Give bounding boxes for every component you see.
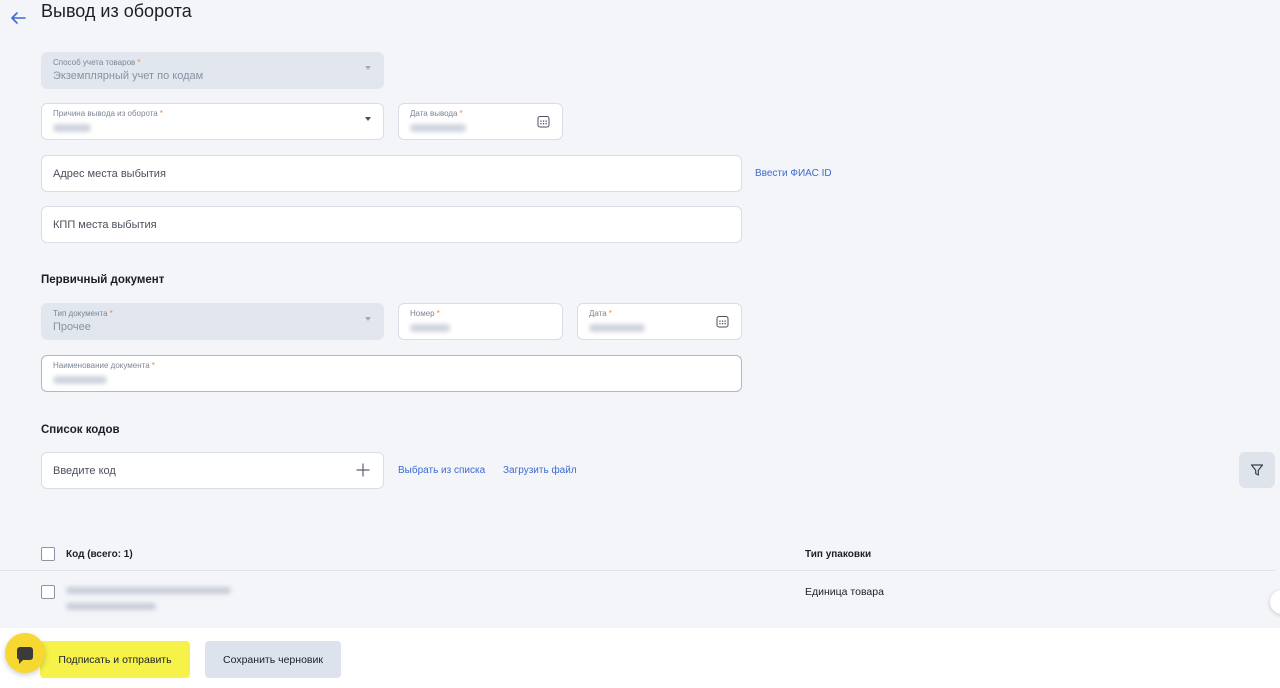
required-mark: * xyxy=(137,58,141,67)
document-date-label: Дата xyxy=(589,309,607,318)
primary-document-title: Первичный документ xyxy=(41,274,165,286)
required-mark: * xyxy=(151,361,155,370)
required-mark: * xyxy=(608,309,612,318)
withdrawal-reason-label: Причина вывода из оборота xyxy=(53,109,158,118)
column-code: Код (всего: 1) xyxy=(66,549,133,560)
required-mark: * xyxy=(436,309,440,318)
codes-table-header: Код (всего: 1) Тип упаковки xyxy=(0,537,1275,571)
redacted-value xyxy=(53,124,91,132)
departure-address-placeholder: Адрес места выбытия xyxy=(53,168,166,180)
main-content: Вывод из оборота Способ учета товаров * Э… xyxy=(0,0,1280,628)
codes-list-title: Список кодов xyxy=(41,424,120,436)
departure-address-input[interactable]: Адрес места выбытия xyxy=(41,155,742,192)
document-name-input[interactable]: Наименование документа * xyxy=(41,355,742,392)
chevron-down-icon xyxy=(365,317,371,321)
redacted-code-detail xyxy=(66,603,156,610)
document-type-value: Прочее xyxy=(53,321,91,333)
redacted-value xyxy=(410,324,450,332)
filter-icon xyxy=(1250,464,1264,476)
withdrawal-date-field[interactable]: Дата вывода * xyxy=(398,103,563,140)
enter-fias-id-link[interactable]: Ввести ФИАС ID xyxy=(755,168,832,179)
upload-file-link[interactable]: Загрузить файл xyxy=(503,465,577,476)
chevron-down-icon[interactable] xyxy=(365,117,371,121)
calendar-icon[interactable] xyxy=(716,315,729,328)
document-date-field[interactable]: Дата * xyxy=(577,303,742,340)
withdrawal-date-label: Дата вывода xyxy=(410,109,458,118)
document-number-input[interactable]: Номер * xyxy=(398,303,563,340)
code-input[interactable]: Введите код xyxy=(41,452,384,489)
filter-button[interactable] xyxy=(1239,452,1275,488)
sign-and-send-button[interactable]: Подписать и отправить xyxy=(40,641,190,678)
redacted-value xyxy=(410,124,466,132)
accounting-method-select: Способ учета товаров * Экземплярный учет … xyxy=(41,52,384,89)
select-all-checkbox[interactable] xyxy=(41,547,55,561)
calendar-icon[interactable] xyxy=(537,115,550,128)
redacted-value xyxy=(589,324,645,332)
plus-icon[interactable] xyxy=(355,462,371,478)
document-type-label: Тип документа xyxy=(53,309,108,318)
chevron-down-icon xyxy=(365,66,371,70)
document-type-select: Тип документа * Прочее xyxy=(41,303,384,340)
required-mark: * xyxy=(459,109,463,118)
code-input-placeholder: Введите код xyxy=(53,465,116,477)
withdrawal-reason-select[interactable]: Причина вывода из оборота * xyxy=(41,103,384,140)
required-mark: * xyxy=(159,109,163,118)
departure-kpp-placeholder: КПП места выбытия xyxy=(53,219,157,231)
save-draft-button[interactable]: Сохранить черновик xyxy=(205,641,341,678)
document-number-label: Номер xyxy=(410,309,435,318)
redacted-value xyxy=(53,376,107,384)
accounting-method-value: Экземплярный учет по кодам xyxy=(53,70,204,82)
document-name-label: Наименование документа xyxy=(53,361,150,370)
table-row: Единица товара xyxy=(0,572,1275,628)
chat-button[interactable] xyxy=(5,633,45,673)
choose-from-list-link[interactable]: Выбрать из списка xyxy=(398,465,485,476)
footer-bar xyxy=(0,628,1280,688)
accounting-method-label: Способ учета товаров xyxy=(53,58,136,67)
row-pack-type: Единица товара xyxy=(805,586,884,598)
arrow-left-icon[interactable] xyxy=(8,8,28,28)
departure-kpp-input[interactable]: КПП места выбытия xyxy=(41,206,742,243)
chat-icon xyxy=(17,646,33,664)
required-mark: * xyxy=(109,309,113,318)
page-title: Вывод из оборота xyxy=(41,1,192,21)
row-checkbox[interactable] xyxy=(41,585,55,599)
column-pack-type: Тип упаковки xyxy=(805,549,872,560)
redacted-code xyxy=(66,587,231,594)
